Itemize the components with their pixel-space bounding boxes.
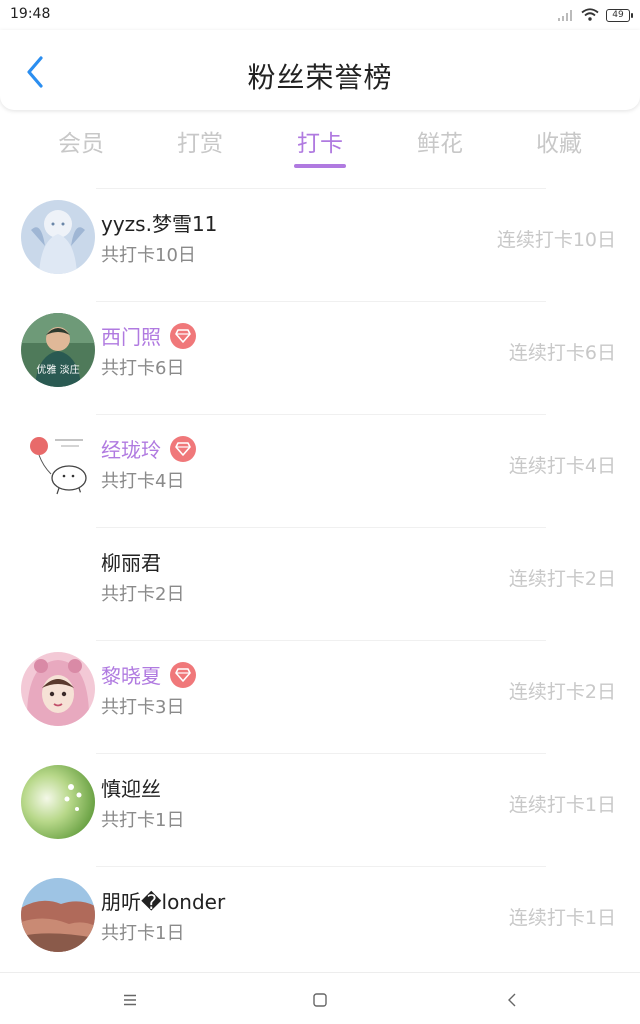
streak-checkin-text: 连续打卡2日 [508,681,616,703]
diamond-icon [170,435,196,462]
avatar-caption: 优雅 淡庄 [36,363,79,376]
total-checkin-text: 共打卡6日 [101,358,185,379]
divider [96,188,546,189]
user-name: 慎迎丝 [101,777,161,801]
avatar[interactable] [21,539,95,613]
divider [96,414,546,415]
square-icon [313,993,327,1007]
user-name: 西门照 [101,325,161,349]
tab-rewards[interactable]: 打赏 [150,124,250,158]
name-line: 黎晓夏 [101,660,196,689]
name-line: yyzs.梦雪11 [101,208,217,237]
chevron-left-icon [508,993,516,1007]
system-back-button[interactable] [499,989,525,1011]
total-checkin-text: 共打卡10日 [101,245,196,266]
total-checkin-text: 共打卡3日 [101,697,185,718]
divider [96,301,546,302]
streak-checkin-text: 连续打卡1日 [508,907,616,929]
tab-checkin[interactable]: 打卡 [270,124,370,158]
name-line: 慎迎丝 [101,773,161,802]
total-checkin-text: 共打卡1日 [101,923,185,944]
name-line: 柳丽君 [101,547,161,576]
page-title: 粉丝荣誉榜 [247,61,393,94]
streak-checkin-text: 连续打卡2日 [508,568,616,590]
user-name: 柳丽君 [101,551,161,575]
active-tab-indicator [294,164,346,168]
avatar[interactable]: 优雅 淡庄 [21,313,95,387]
avatar[interactable] [21,765,95,839]
avatar[interactable] [21,426,95,500]
signal-icon [558,6,574,25]
user-name: yyzs.梦雪11 [101,212,218,236]
list-item[interactable]: 经珑玲 共打卡4日 连续打卡4日 [0,414,640,527]
name-line: 朋听�londer [101,886,225,915]
user-name: 朋听�londer [101,890,226,914]
streak-checkin-text: 连续打卡10日 [496,229,616,251]
status-icons: 49 [558,6,633,25]
avatar[interactable] [21,200,95,274]
list-item[interactable]: 慎迎丝 共打卡1日 连续打卡1日 [0,753,640,866]
wifi-icon [581,6,599,25]
menu-button[interactable] [117,989,143,1011]
name-line: 经珑玲 [101,434,196,463]
menu-icon [124,994,136,1006]
streak-checkin-text: 连续打卡6日 [508,342,616,364]
divider [96,866,546,867]
home-button[interactable] [307,989,333,1011]
divider [96,640,546,641]
tab-bar: 会员 打赏 打卡 鲜花 收藏 [0,110,640,172]
system-nav-bar [0,972,640,1024]
user-name: 经珑玲 [101,438,161,462]
tab-favorites[interactable]: 收藏 [509,124,609,158]
total-checkin-text: 共打卡2日 [101,584,185,605]
avatar[interactable] [21,878,95,952]
divider [96,527,546,528]
user-name: 黎晓夏 [101,664,161,688]
avatar[interactable] [21,652,95,726]
name-line: 西门照 [101,321,196,350]
diamond-icon [170,322,196,349]
tab-flowers[interactable]: 鲜花 [390,124,490,158]
ranking-list: yyzs.梦雪11 共打卡10日 连续打卡10日 优雅 淡庄 西门照 共打卡6日… [0,188,640,979]
list-item[interactable]: 黎晓夏 共打卡3日 连续打卡2日 [0,640,640,753]
list-item[interactable]: 柳丽君 共打卡2日 连续打卡2日 [0,527,640,640]
status-time: 19:48 [10,6,51,22]
tab-members[interactable]: 会员 [31,124,131,158]
diamond-icon [170,661,196,688]
divider [96,753,546,754]
list-item[interactable]: yyzs.梦雪11 共打卡10日 连续打卡10日 [0,188,640,301]
streak-checkin-text: 连续打卡4日 [508,455,616,477]
battery-icon: 49 [606,9,633,22]
header-bar: 粉丝荣誉榜 [0,30,640,110]
streak-checkin-text: 连续打卡1日 [508,794,616,816]
status-bar: 19:48 49 [0,0,640,30]
list-item[interactable]: 优雅 淡庄 西门照 共打卡6日 连续打卡6日 [0,301,640,414]
total-checkin-text: 共打卡4日 [101,471,185,492]
list-item[interactable]: 朋听�londer 共打卡1日 连续打卡1日 [0,866,640,979]
total-checkin-text: 共打卡1日 [101,810,185,831]
